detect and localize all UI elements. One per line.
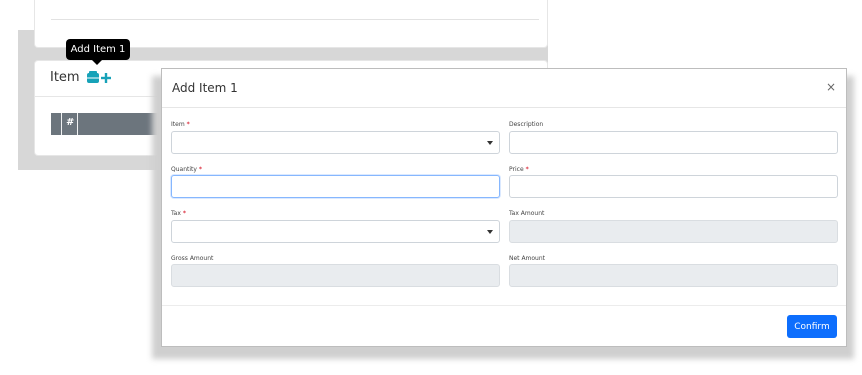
confirm-button[interactable]: Confirm [787, 315, 837, 338]
gross-amount-label: Gross Amount [171, 255, 214, 262]
tooltip-arrow [92, 60, 102, 65]
item-select[interactable] [171, 131, 500, 154]
tax-label: Tax * [171, 210, 186, 217]
table-column-divider [61, 113, 62, 135]
net-amount-field [509, 264, 838, 287]
price-field[interactable] [509, 175, 838, 198]
close-icon[interactable]: × [826, 80, 836, 94]
tax-amount-label: Tax Amount [509, 210, 545, 217]
modal-footer-divider [162, 305, 846, 306]
chevron-down-icon [487, 230, 493, 234]
description-field[interactable] [509, 131, 838, 154]
table-column-divider [77, 113, 78, 135]
divider [51, 19, 539, 20]
price-label: Price * [509, 166, 529, 173]
add-item-icon[interactable] [87, 70, 113, 86]
item-card-title: Item [50, 70, 80, 85]
description-label: Description [509, 121, 544, 128]
add-item-tooltip: Add Item 1 [66, 39, 130, 65]
tooltip-text: Add Item 1 [70, 44, 126, 55]
modal-header: Add Item 1 × [162, 69, 846, 108]
quantity-field[interactable] [171, 175, 500, 198]
item-label: Item * [171, 121, 190, 128]
tax-amount-field [509, 220, 838, 243]
chevron-down-icon [487, 141, 493, 145]
gross-amount-field [171, 264, 500, 287]
add-item-modal: Add Item 1 × Item * Description Quantity… [161, 68, 847, 347]
quantity-label: Quantity * [171, 166, 202, 173]
table-header-number: # [66, 117, 73, 128]
modal-title: Add Item 1 [172, 81, 238, 95]
net-amount-label: Net Amount [509, 255, 546, 262]
tax-select[interactable] [171, 220, 500, 243]
